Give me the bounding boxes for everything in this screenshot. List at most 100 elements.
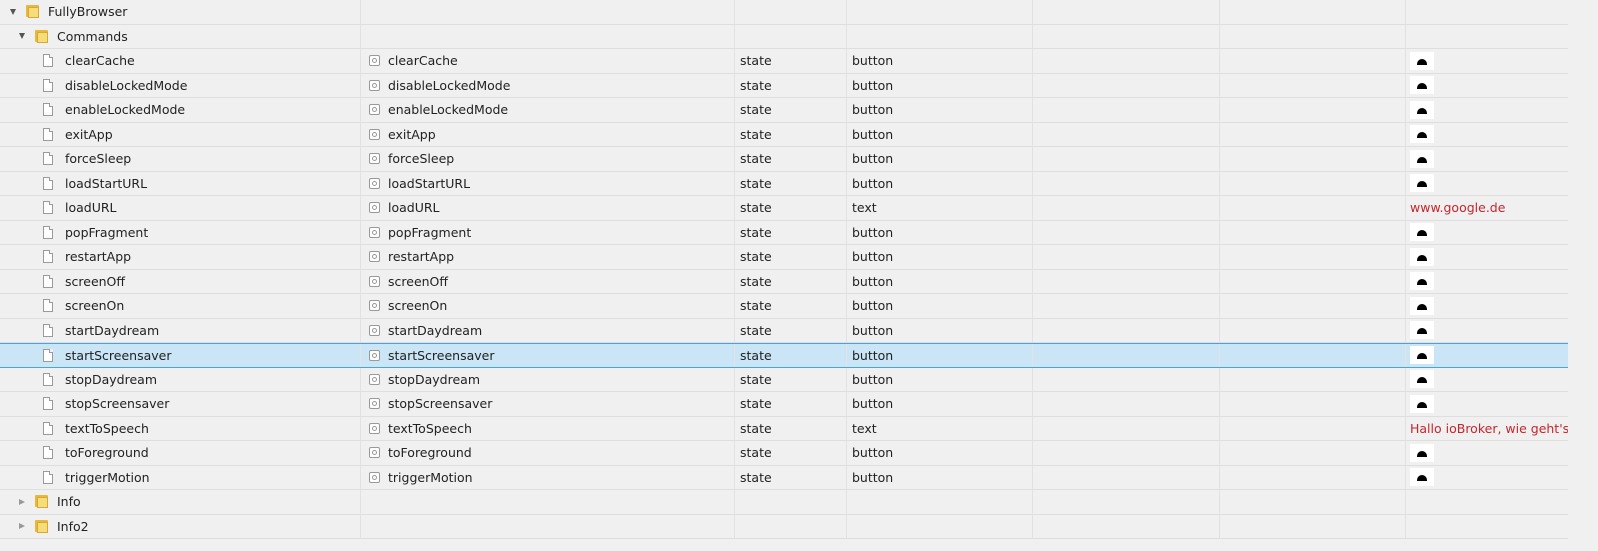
folder-icon: [34, 29, 49, 43]
type-cell: button: [847, 294, 1033, 318]
object-type: button: [852, 175, 894, 191]
table-row[interactable]: loadURL loadURL state text www.google.de: [0, 196, 1568, 221]
tree-row-info[interactable]: Info: [0, 490, 1568, 515]
tree-cell-name: forceSleep: [0, 147, 361, 171]
button-icon[interactable]: [1410, 370, 1434, 389]
object-role: state: [740, 224, 772, 240]
tree-cell-name: Info2: [0, 514, 361, 538]
tree-row-info2[interactable]: Info2: [0, 514, 1568, 539]
triangle-right-icon[interactable]: [19, 523, 25, 530]
role-cell: state: [735, 416, 847, 440]
object-id-cell: screenOn: [361, 294, 735, 318]
table-row[interactable]: disableLockedMode disableLockedMode stat…: [0, 73, 1568, 98]
tree-cell-name: enableLockedMode: [0, 98, 361, 122]
table-row[interactable]: screenOn screenOn state button: [0, 294, 1568, 319]
button-icon[interactable]: [1410, 247, 1434, 266]
object-id-cell: exitApp: [361, 122, 735, 146]
table-row[interactable]: forceSleep forceSleep state button: [0, 147, 1568, 172]
button-icon[interactable]: [1410, 125, 1434, 144]
object-role: state: [740, 420, 772, 436]
tree-row-commands[interactable]: Commands: [0, 24, 1568, 49]
role-cell: state: [735, 171, 847, 195]
table-row[interactable]: popFragment popFragment state button: [0, 220, 1568, 245]
expand-toggle[interactable]: [17, 523, 27, 530]
object-id: loadStartURL: [388, 175, 471, 191]
table-row[interactable]: toForeground toForeground state button: [0, 441, 1568, 466]
role-cell: state: [735, 294, 847, 318]
document-icon: [43, 348, 53, 362]
tree-cell-name: startDaydream: [0, 318, 361, 342]
button-icon[interactable]: [1410, 100, 1434, 119]
value-cell: [1406, 294, 1568, 318]
table-row[interactable]: textToSpeech textToSpeech state text Hal…: [0, 416, 1568, 441]
table-row[interactable]: restartApp restartApp state button: [0, 245, 1568, 270]
object-name: loadStartURL: [65, 175, 148, 191]
state-icon: [369, 251, 380, 263]
button-icon[interactable]: [1410, 296, 1434, 315]
tree-cell-name: clearCache: [0, 49, 361, 73]
button-icon[interactable]: [1410, 346, 1434, 365]
table-row[interactable]: startDaydream startDaydream state button: [0, 318, 1568, 343]
button-icon[interactable]: [1410, 443, 1434, 462]
triangle-down-icon[interactable]: [19, 33, 25, 40]
object-id: toForeground: [388, 445, 472, 461]
value-cell: [1406, 98, 1568, 122]
tree-row-fullybrowser[interactable]: FullyBrowser: [0, 0, 1568, 25]
folder-label: Info2: [57, 518, 89, 534]
button-icon[interactable]: [1410, 76, 1434, 95]
role-cell: state: [735, 49, 847, 73]
value-text[interactable]: www.google.de: [1410, 200, 1505, 215]
type-cell: button: [847, 465, 1033, 489]
triangle-right-icon[interactable]: [19, 498, 25, 505]
object-name: screenOn: [65, 298, 125, 314]
value-cell: Hallo ioBroker, wie geht's?: [1406, 417, 1568, 441]
value-text[interactable]: Hallo ioBroker, wie geht's?: [1410, 421, 1568, 436]
table-row[interactable]: stopScreensaver stopScreensaver state bu…: [0, 392, 1568, 417]
table-row[interactable]: startScreensaver startScreensaver state …: [0, 343, 1568, 368]
expand-toggle[interactable]: [17, 498, 27, 505]
button-icon[interactable]: [1410, 174, 1434, 193]
button-icon[interactable]: [1410, 321, 1434, 340]
object-id: stopScreensaver: [388, 396, 493, 412]
button-icon[interactable]: [1410, 223, 1434, 242]
object-id: triggerMotion: [388, 469, 473, 485]
value-cell: [1406, 49, 1568, 73]
button-icon[interactable]: [1410, 149, 1434, 168]
role-cell: state: [735, 98, 847, 122]
value-cell: [1406, 441, 1568, 465]
table-row[interactable]: screenOff screenOff state button: [0, 269, 1568, 294]
button-icon[interactable]: [1410, 468, 1434, 487]
expand-toggle[interactable]: [8, 8, 18, 15]
button-icon[interactable]: [1410, 394, 1434, 413]
object-id: disableLockedMode: [388, 77, 511, 93]
document-icon: [43, 176, 53, 190]
tree-cell-name: screenOn: [0, 294, 361, 318]
object-role: state: [740, 298, 772, 314]
expand-toggle[interactable]: [17, 33, 27, 40]
state-icon: [369, 300, 380, 312]
button-icon[interactable]: [1410, 51, 1434, 70]
type-cell: button: [847, 49, 1033, 73]
role-cell: state: [735, 73, 847, 97]
document-icon: [43, 103, 53, 117]
table-row[interactable]: exitApp exitApp state button: [0, 122, 1568, 147]
value-cell: [1406, 392, 1568, 416]
button-icon[interactable]: [1410, 272, 1434, 291]
table-row[interactable]: triggerMotion triggerMotion state button: [0, 465, 1568, 490]
value-cell: [1406, 466, 1568, 490]
state-icon: [369, 177, 380, 189]
document-icon: [43, 201, 53, 215]
role-cell: state: [735, 465, 847, 489]
document-icon: [43, 78, 53, 92]
table-row[interactable]: loadStartURL loadStartURL state button: [0, 171, 1568, 196]
table-row[interactable]: enableLockedMode enableLockedMode state …: [0, 98, 1568, 123]
object-role: state: [740, 102, 772, 118]
role-cell: state: [735, 245, 847, 269]
state-icon: [369, 79, 380, 91]
type-cell: button: [847, 73, 1033, 97]
table-row[interactable]: stopDaydream stopDaydream state button: [0, 367, 1568, 392]
table-row[interactable]: clearCache clearCache state button: [0, 49, 1568, 74]
tree-cell-name: startScreensaver: [0, 344, 361, 367]
triangle-down-icon[interactable]: [10, 8, 16, 15]
object-id: screenOff: [388, 273, 449, 289]
